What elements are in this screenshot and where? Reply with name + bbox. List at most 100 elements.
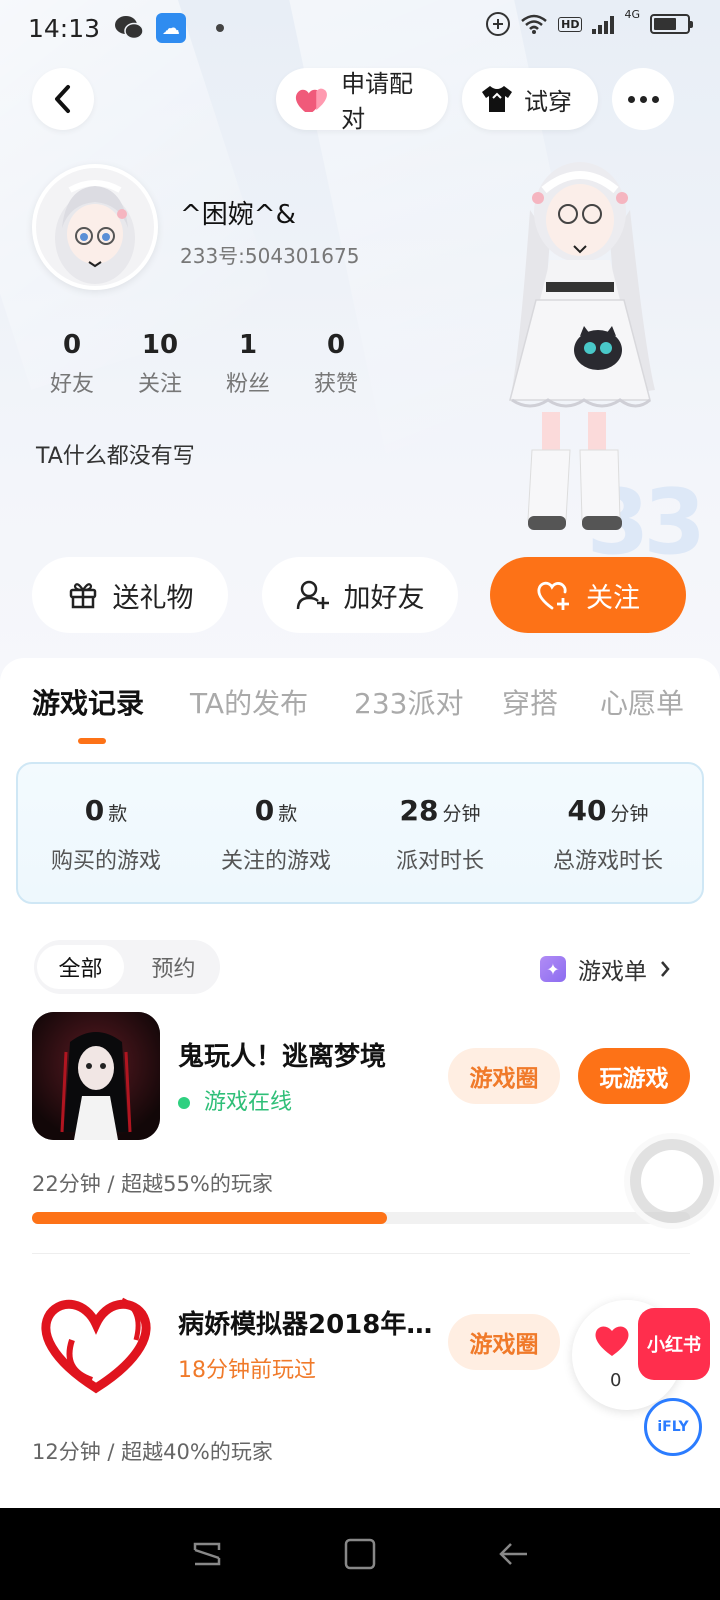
hd-icon: HD: [558, 16, 583, 32]
summary-unit: 分钟: [442, 803, 481, 825]
add-user-icon: [296, 580, 329, 610]
wechat-icon: [115, 16, 144, 40]
stat-following[interactable]: 10 关注: [116, 330, 204, 398]
notification-icons: ☁: [114, 13, 225, 43]
game-filter-toggle: 全部 预约: [34, 940, 220, 994]
summary-label: 派对时长: [395, 849, 484, 874]
ifly-keyboard-shortcut[interactable]: iFLY: [644, 1398, 702, 1456]
tab-game-records[interactable]: 游戏记录: [32, 682, 144, 722]
filter-reserve[interactable]: 预约: [130, 945, 217, 989]
user-name: ^困婉^&: [180, 200, 296, 230]
battery-icon: [650, 14, 693, 34]
stat-value: 0: [62, 330, 82, 360]
home-icon: [344, 1538, 376, 1570]
summary-value: 40: [567, 794, 607, 827]
stat-likes[interactable]: 0 获赞: [292, 330, 380, 398]
stat-value: 0: [326, 330, 346, 360]
game-list-link[interactable]: ✦ 游戏单: [540, 952, 671, 986]
back-button[interactable]: [32, 68, 94, 130]
stat-fans[interactable]: 1 粉丝: [204, 330, 292, 398]
game-last-played: 18分钟前玩过: [178, 1358, 316, 1383]
system-nav-bar: [0, 1508, 720, 1600]
assistive-touch-ball[interactable]: [624, 1133, 720, 1229]
summary-label: 购买的游戏: [50, 849, 161, 874]
chevron-left-icon: [55, 85, 70, 113]
play-game-button[interactable]: 玩游戏: [578, 1048, 690, 1104]
user-id: 233号:504301675: [180, 244, 360, 268]
more-notifications-dot: [216, 24, 225, 32]
user-avatar[interactable]: [32, 164, 158, 290]
try-on-label: 试穿: [524, 87, 572, 116]
summary-total-time[interactable]: 40 分钟 总游戏时长: [522, 794, 694, 875]
recent-apps-icon: [193, 1542, 220, 1566]
summary-label: 总游戏时长: [552, 849, 663, 874]
playtime-progress-bar: [32, 1212, 690, 1224]
summary-followed[interactable]: 0款 关注的游戏: [190, 794, 362, 875]
user-bio: TA什么都没有写: [36, 444, 195, 469]
online-dot: [178, 1097, 190, 1109]
home-button[interactable]: [330, 1524, 390, 1584]
status-bar: 14:13 ☁ HD 4G: [0, 0, 720, 56]
game-icon-yandere-simulator[interactable]: [32, 1280, 160, 1408]
stat-value: 10: [141, 330, 179, 360]
tab-233-party[interactable]: 233派对: [354, 682, 463, 722]
playtime-progress-fill: [32, 1212, 388, 1224]
profile-tabs: 游戏记录 TA的发布 233派对 穿搭 心愿单: [0, 674, 720, 734]
send-gift-button[interactable]: 送礼物: [32, 557, 228, 633]
system-status-icons: HD 4G: [486, 8, 693, 36]
more-dot: [639, 95, 647, 103]
more-dot: [627, 95, 635, 103]
game-online-status: 游戏在线: [178, 1084, 292, 1116]
stat-label: 关注: [137, 372, 182, 397]
filter-all[interactable]: 全部: [37, 945, 124, 989]
sparkle-icon: ✦: [540, 956, 566, 982]
double-heart-icon: [295, 88, 327, 112]
stat-friends[interactable]: 0 好友: [28, 330, 116, 398]
summary-value: 28: [399, 794, 439, 827]
try-on-button[interactable]: 试穿: [462, 68, 598, 130]
summary-party-time[interactable]: 28 分钟 派对时长: [354, 794, 526, 875]
more-options-button[interactable]: [612, 68, 674, 130]
like-count: 0: [610, 1370, 622, 1391]
heart-icon: [595, 1326, 629, 1356]
tab-ta-posts[interactable]: TA的发布: [190, 682, 308, 722]
stat-label: 粉丝: [225, 372, 270, 397]
game-summary-card: 0款 购买的游戏 0款 关注的游戏 28 分钟 派对时长 40 分钟 总游戏时长: [16, 762, 704, 904]
chevron-right-icon: [661, 961, 670, 977]
game-icon-ghost-player[interactable]: [32, 1012, 160, 1140]
summary-value: 0: [254, 794, 275, 827]
apply-pair-label: 申请配对: [341, 70, 414, 133]
wifi-icon: [521, 14, 547, 34]
game-playtime: 22分钟 / 超越55%的玩家: [32, 1172, 273, 1196]
add-friend-button[interactable]: 加好友: [262, 557, 458, 633]
game-circle-button[interactable]: 游戏圈: [448, 1314, 560, 1370]
game-title[interactable]: 鬼玩人！逃离梦境: [178, 1036, 386, 1073]
game-circle-button[interactable]: 游戏圈: [448, 1048, 560, 1104]
add-friend-label: 加好友: [343, 582, 425, 614]
avatar-character-figure[interactable]: [470, 150, 690, 550]
more-dot: [651, 95, 659, 103]
back-arrow-icon: [499, 1543, 528, 1565]
game-title[interactable]: 病娇模拟器2018年…: [178, 1304, 432, 1341]
xiaohongshu-shortcut[interactable]: 小红书: [638, 1308, 710, 1380]
weather-icon: ☁: [156, 13, 187, 43]
back-nav-button[interactable]: [483, 1524, 543, 1584]
summary-value: 0: [84, 794, 105, 827]
follow-button[interactable]: 关注: [490, 557, 686, 633]
status-time: 14:13: [28, 13, 101, 43]
heart-plus-icon: [537, 581, 569, 610]
game-playtime: 12分钟 / 超越40%的玩家: [32, 1440, 273, 1464]
stat-label: 获赞: [313, 372, 358, 397]
game-status-text: 游戏在线: [204, 1090, 293, 1115]
summary-purchased[interactable]: 0款 购买的游戏: [20, 794, 192, 875]
tab-wishlist[interactable]: 心愿单: [600, 682, 684, 722]
gift-icon: [69, 583, 96, 609]
tshirt-icon: [482, 86, 512, 112]
stat-value: 1: [238, 330, 258, 360]
tab-outfits[interactable]: 穿搭: [502, 682, 558, 722]
apply-pair-button[interactable]: 申请配对: [276, 68, 448, 133]
divider: [32, 1253, 690, 1254]
recent-apps-button[interactable]: [177, 1524, 237, 1584]
summary-unit: 款: [108, 803, 128, 825]
active-tab-indicator: [78, 738, 106, 744]
